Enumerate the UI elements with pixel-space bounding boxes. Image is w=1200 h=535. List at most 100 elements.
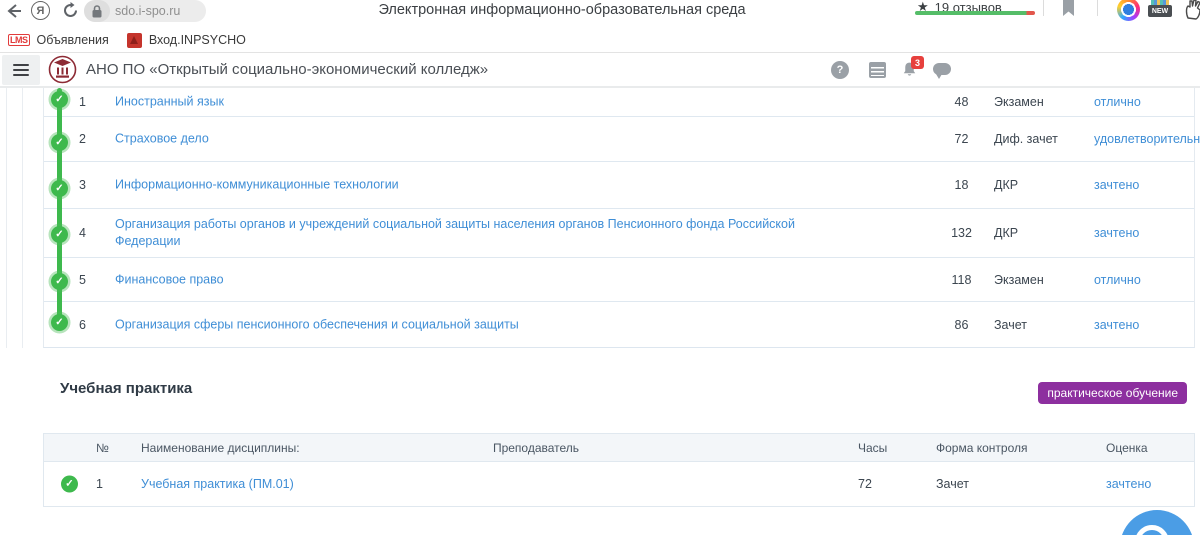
discipline-row: 2 Страховое дело 72 Диф. зачет удовлетво… (44, 117, 1194, 162)
col-header-grade: Оценка (1106, 441, 1148, 455)
bookmark-icon (1062, 0, 1075, 17)
chat-widget-icon (1135, 525, 1169, 535)
col-header-teacher: Преподаватель (386, 441, 686, 455)
profile-avatar-icon[interactable] (1117, 0, 1140, 21)
notification-count-badge: 3 (911, 56, 924, 69)
control-form: Зачет (936, 477, 969, 491)
toolbar-divider (1097, 0, 1098, 16)
control-form: ДКР (994, 226, 1018, 240)
college-logo (48, 55, 77, 89)
discipline-link[interactable]: Финансовое право (115, 271, 815, 288)
hours-value: 72 (858, 477, 872, 491)
col-header-name: Наименование дисциплины: (141, 441, 300, 455)
back-button[interactable] (4, 1, 24, 26)
hand-extension-icon[interactable] (1184, 0, 1200, 27)
calendar-icon[interactable] (869, 62, 886, 78)
completed-check-icon: ✓ (51, 273, 68, 290)
hours-value: 48 (939, 95, 984, 109)
main-content: 1 Иностранный язык 48 Экзамен отлично 2 … (0, 88, 1200, 535)
row-number: 1 (96, 477, 103, 491)
discipline-link[interactable]: Организация работы органов и учреждений … (115, 216, 815, 250)
messages-icon[interactable] (933, 63, 951, 75)
discipline-link[interactable]: Страховое дело (115, 131, 815, 148)
grade-link[interactable]: зачтено (1094, 318, 1139, 332)
bookmark-announcements[interactable]: LMS Объявления (8, 33, 109, 47)
grade-link[interactable]: зачтено (1106, 477, 1151, 491)
support-chat-button[interactable] (1120, 510, 1194, 535)
completed-check-icon: ✓ (51, 180, 68, 197)
extension-art (1151, 0, 1169, 5)
grade-link[interactable]: отлично (1094, 95, 1141, 109)
college-name: АНО ПО «Открытый социально-экономический… (86, 53, 488, 86)
hours-value: 132 (939, 226, 984, 240)
row-number: 6 (79, 318, 86, 332)
timeline-column-border (22, 88, 23, 348)
table-header-row: № Наименование дисциплины: Преподаватель… (44, 434, 1194, 462)
row-number: 3 (79, 178, 86, 192)
menu-toggle-button[interactable] (2, 55, 40, 85)
control-form: Экзамен (994, 95, 1044, 109)
browser-window: Я sdo.i-spo.ru Электронная информационно… (0, 0, 1200, 535)
discipline-row: 1 Иностранный язык 48 Экзамен отлично (44, 88, 1194, 117)
toolbar-divider (1043, 0, 1044, 16)
discipline-link[interactable]: Информационно-коммуникационные технологи… (115, 177, 815, 194)
control-form: Экзамен (994, 273, 1044, 287)
row-number: 1 (79, 95, 86, 109)
control-form: Диф. зачет (994, 132, 1058, 146)
practice-table: № Наименование дисциплины: Преподаватель… (43, 433, 1195, 507)
bookmark-flag-button[interactable] (1062, 0, 1075, 22)
disciplines-card: 1 Иностранный язык 48 Экзамен отлично 2 … (43, 88, 1195, 348)
grade-link[interactable]: зачтено (1094, 178, 1139, 192)
discipline-row: 3 Информационно-коммуникационные техноло… (44, 162, 1194, 209)
control-form: Зачет (994, 318, 1027, 332)
grade-link[interactable]: зачтено (1094, 226, 1139, 240)
refresh-button[interactable] (62, 2, 79, 24)
bookmarks-bar: LMS Объявления Вход.INPSYCHO (0, 28, 1200, 53)
help-icon[interactable]: ? (831, 61, 849, 79)
grade-link[interactable]: удовлетворительно (1094, 132, 1200, 146)
col-header-control: Форма контроля (936, 441, 1028, 455)
refresh-icon (62, 2, 79, 19)
row-number: 5 (79, 273, 86, 287)
discipline-row: 4 Организация работы органов и учреждени… (44, 209, 1194, 258)
control-form: ДКР (994, 178, 1018, 192)
lms-favicon: LMS (8, 34, 30, 46)
discipline-link[interactable]: Иностранный язык (115, 94, 815, 111)
hours-value: 86 (939, 318, 984, 332)
completed-check-icon: ✓ (51, 91, 68, 108)
page-title: Электронная информационно-образовательна… (262, 2, 862, 18)
inpsycho-favicon (127, 33, 142, 48)
practice-link[interactable]: Учебная практика (ПМ.01) (141, 477, 294, 491)
back-arrow-icon (4, 1, 24, 21)
rating-bar (915, 11, 1035, 15)
bookmark-label: Вход.INPSYCHO (149, 33, 246, 47)
grade-link[interactable]: отлично (1094, 273, 1141, 287)
app-header: АНО ПО «Открытый социально-экономический… (0, 53, 1200, 88)
hours-value: 118 (939, 273, 984, 287)
yandex-browser-icon[interactable]: Я (31, 1, 50, 20)
ssl-lock-icon[interactable] (84, 0, 110, 22)
bookmark-inpsycho[interactable]: Вход.INPSYCHO (127, 33, 246, 48)
completed-check-icon: ✓ (61, 476, 78, 493)
discipline-row: 5 Финансовое право 118 Экзамен отлично (44, 258, 1194, 302)
url-text: sdo.i-spo.ru (110, 4, 180, 18)
col-header-hours: Часы (858, 441, 887, 455)
chat-bubble-icon (933, 63, 951, 75)
row-number: 4 (79, 226, 86, 240)
browser-toolbar: Я sdo.i-spo.ru Электронная информационно… (0, 0, 1200, 28)
col-header-num: № (96, 441, 109, 455)
completed-check-icon: ✓ (51, 134, 68, 151)
extension-new-icon[interactable]: NEW (1148, 0, 1172, 17)
section-heading: Учебная практика (60, 380, 192, 397)
hours-value: 72 (939, 132, 984, 146)
discipline-row: 6 Организация сферы пенсионного обеспече… (44, 302, 1194, 348)
bookmark-label: Объявления (37, 33, 109, 47)
hours-value: 18 (939, 178, 984, 192)
address-bar[interactable]: sdo.i-spo.ru (84, 0, 206, 22)
table-row: ✓ 1 Учебная практика (ПМ.01) 72 Зачет за… (44, 462, 1194, 506)
row-number: 2 (79, 132, 86, 146)
discipline-link[interactable]: Организация сферы пенсионного обеспечени… (115, 317, 815, 334)
new-badge: NEW (1148, 5, 1172, 17)
completed-check-icon: ✓ (51, 314, 68, 331)
completed-check-icon: ✓ (51, 226, 68, 243)
